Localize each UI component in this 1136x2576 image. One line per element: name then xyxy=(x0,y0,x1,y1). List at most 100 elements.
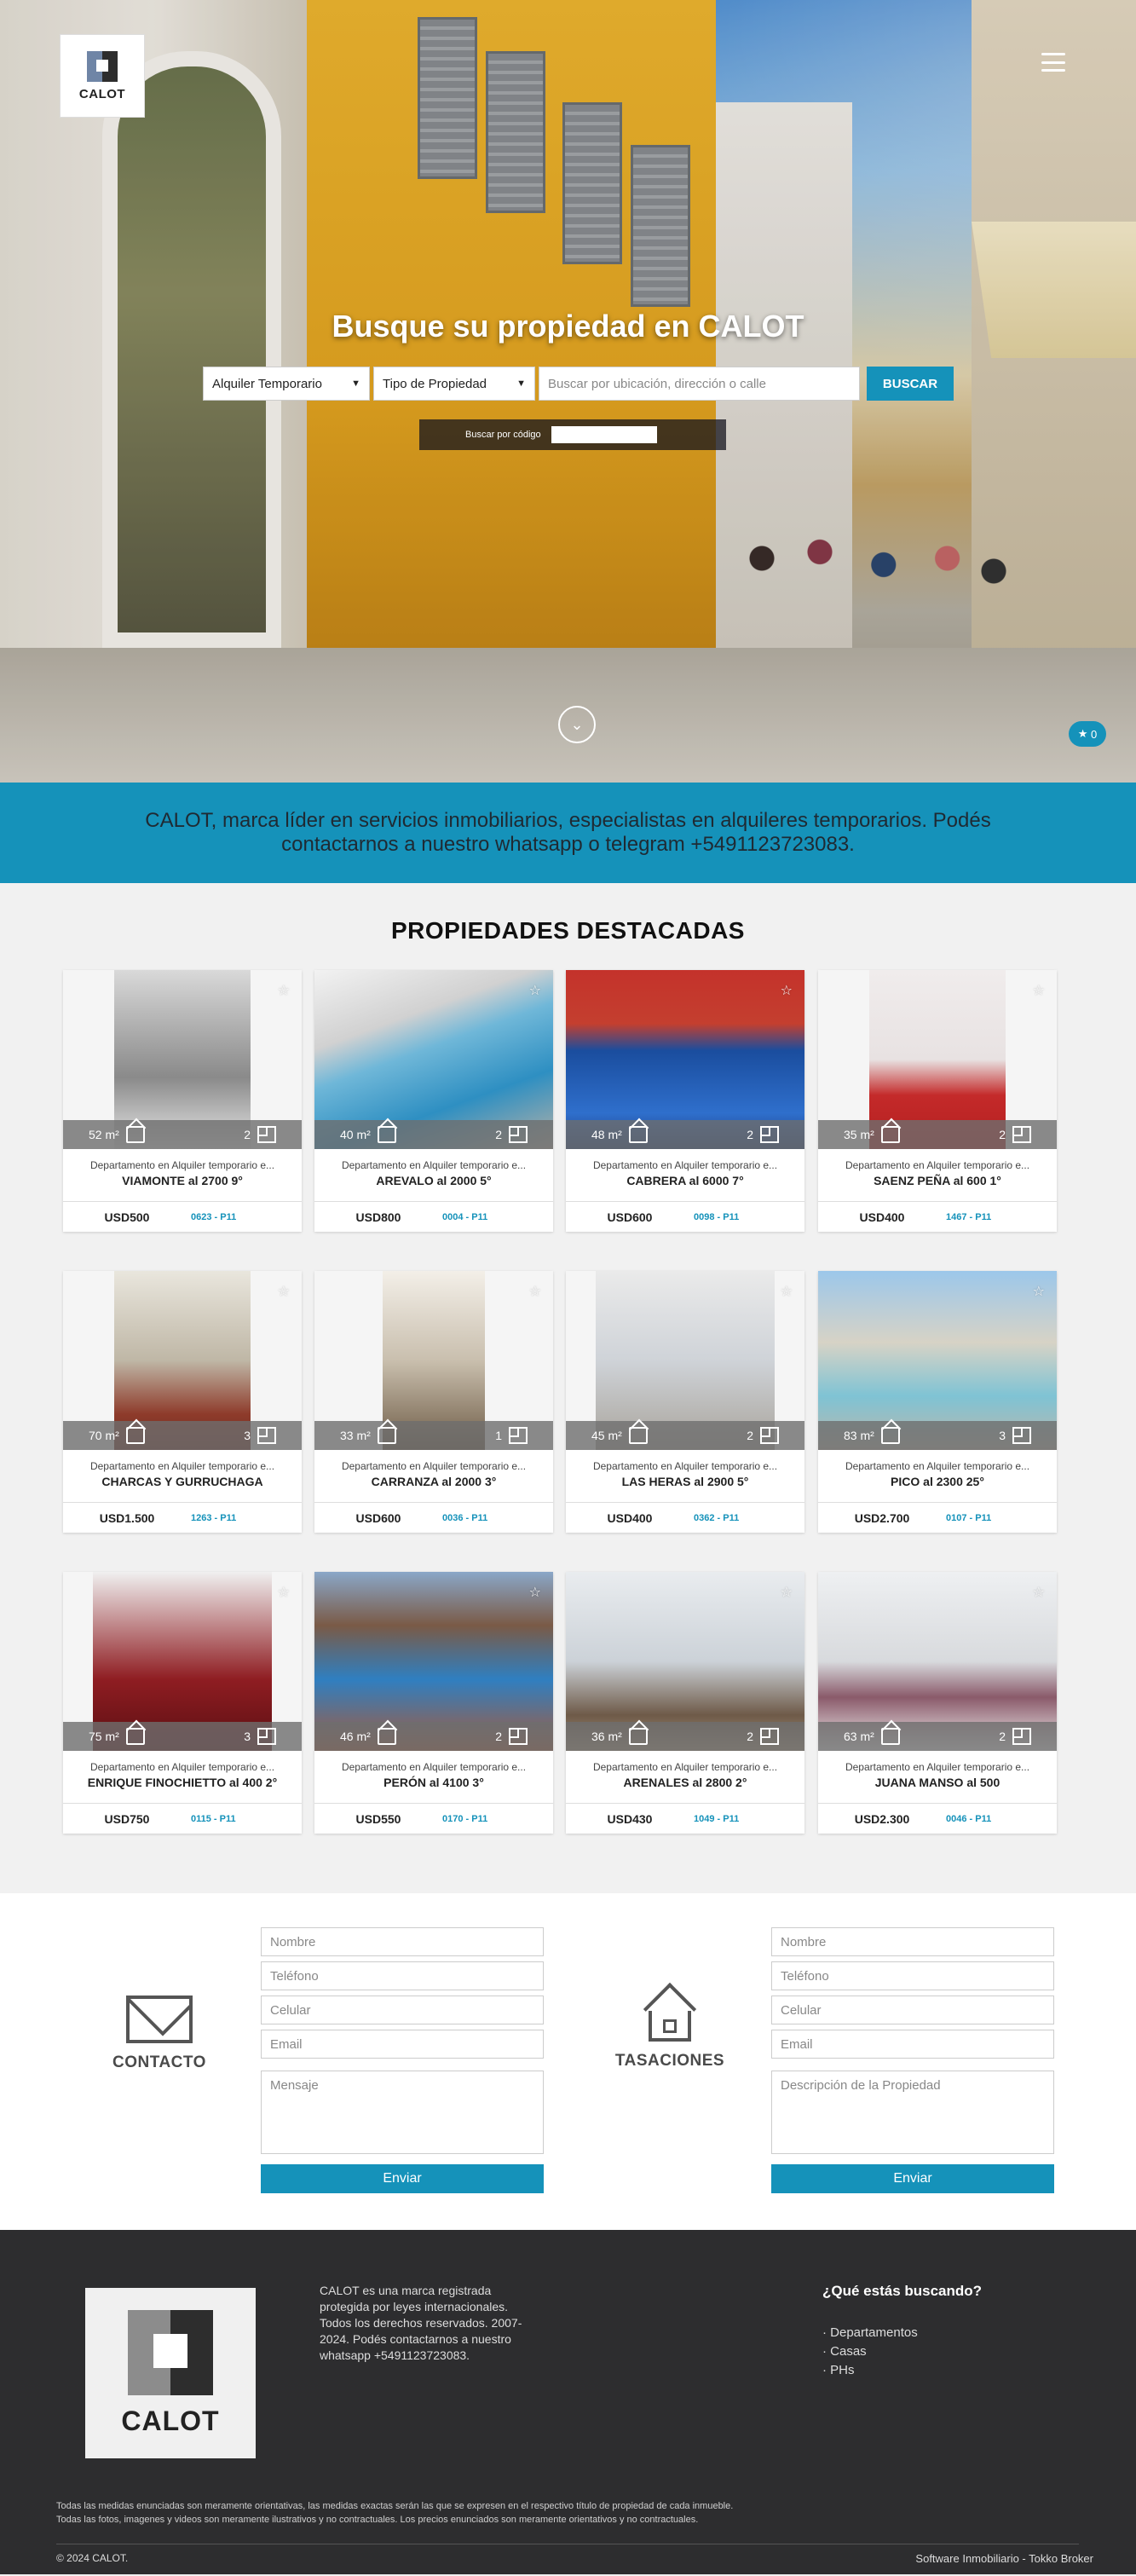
location-search-input[interactable]: Buscar por ubicación, dirección o calle xyxy=(539,367,860,401)
footer-logo[interactable]: CALOT xyxy=(85,2288,256,2458)
property-address[interactable]: CARRANZA al 2000 3° xyxy=(314,1475,553,1488)
property-photo[interactable]: ☆ 36 m² 2 xyxy=(566,1572,804,1751)
code-search-input[interactable] xyxy=(551,426,657,443)
appraisal-name-field[interactable]: Nombre xyxy=(771,1927,1054,1956)
property-footer: USD430 1049 - P11 xyxy=(566,1803,804,1834)
property-photo[interactable]: ☆ 40 m² 2 xyxy=(314,970,553,1149)
footer-link-phs[interactable]: · PHs xyxy=(822,2361,1044,2380)
appraisal-email-field[interactable]: Email xyxy=(771,2030,1054,2059)
property-card[interactable]: ☆ 75 m² 3 Departamento en Alquiler tempo… xyxy=(63,1572,302,1834)
property-photo[interactable]: ☆ 70 m² 3 xyxy=(63,1271,302,1450)
footer-software-link[interactable]: Software Inmobiliario - Tokko Broker xyxy=(915,2552,1093,2565)
star-icon: ★ xyxy=(1077,727,1088,740)
property-address[interactable]: ENRIQUE FINOCHIETTO al 400 2° xyxy=(63,1776,302,1789)
property-card[interactable]: ☆ 83 m² 3 Departamento en Alquiler tempo… xyxy=(818,1271,1057,1533)
appraisal-block: TASACIONES xyxy=(602,1982,738,2071)
property-address[interactable]: JUANA MANSO al 500 xyxy=(818,1776,1057,1789)
favorite-star-icon[interactable]: ☆ xyxy=(1033,1584,1045,1600)
property-photo[interactable]: ☆ 52 m² 2 xyxy=(63,970,302,1149)
property-card[interactable]: ☆ 70 m² 3 Departamento en Alquiler tempo… xyxy=(63,1271,302,1533)
scroll-down-icon[interactable]: ⌄ xyxy=(558,706,596,743)
property-footer: USD800 0004 - P11 xyxy=(314,1201,553,1232)
favorites-badge[interactable]: ★ 0 xyxy=(1069,721,1106,747)
favorite-star-icon[interactable]: ☆ xyxy=(529,982,541,998)
property-photo[interactable]: ☆ 46 m² 2 xyxy=(314,1572,553,1751)
contact-send-button[interactable]: Enviar xyxy=(261,2164,544,2193)
favorite-star-icon[interactable]: ☆ xyxy=(781,982,793,998)
rooms-icon xyxy=(257,1728,276,1745)
property-card[interactable]: ☆ 33 m² 1 Departamento en Alquiler tempo… xyxy=(314,1271,553,1533)
appraisal-phone-field[interactable]: Teléfono xyxy=(771,1961,1054,1990)
site-logo[interactable]: CALOT xyxy=(60,34,145,118)
property-code: 1049 - P11 xyxy=(694,1813,740,1824)
property-address[interactable]: AREVALO al 2000 5° xyxy=(314,1174,553,1187)
rooms-icon xyxy=(257,1427,276,1444)
property-rooms: 2 xyxy=(747,1128,753,1141)
contact-name-field[interactable]: Nombre xyxy=(261,1927,544,1956)
property-card[interactable]: ☆ 48 m² 2 Departamento en Alquiler tempo… xyxy=(566,970,804,1232)
appraisal-send-button[interactable]: Enviar xyxy=(771,2164,1054,2193)
appraisal-mobile-field[interactable]: Celular xyxy=(771,1996,1054,2024)
property-footer: USD600 0098 - P11 xyxy=(566,1201,804,1232)
property-code: 0107 - P11 xyxy=(946,1512,992,1523)
property-card[interactable]: ☆ 46 m² 2 Departamento en Alquiler tempo… xyxy=(314,1572,553,1834)
footer-link-departamentos[interactable]: · Departamentos xyxy=(822,2324,1044,2342)
favorite-star-icon[interactable]: ☆ xyxy=(529,1584,541,1600)
property-photo[interactable]: ☆ 75 m² 3 xyxy=(63,1572,302,1751)
property-address[interactable]: CHARCAS Y GURRUCHAGA xyxy=(63,1475,302,1488)
property-card[interactable]: ☆ 63 m² 2 Departamento en Alquiler tempo… xyxy=(818,1572,1057,1834)
property-photo[interactable]: ☆ 83 m² 3 xyxy=(818,1271,1057,1450)
property-address[interactable]: SAENZ PEÑA al 600 1° xyxy=(818,1174,1057,1187)
contact-block: CONTACTO xyxy=(91,1996,228,2072)
favorite-star-icon[interactable]: ☆ xyxy=(278,1584,290,1600)
property-area: 63 m² xyxy=(844,1730,874,1743)
property-area: 46 m² xyxy=(340,1730,371,1743)
footer-link-casas[interactable]: · Casas xyxy=(822,2342,1044,2361)
property-code: 0362 - P11 xyxy=(694,1512,740,1523)
appraisal-description-field[interactable]: Descripción de la Propiedad xyxy=(771,2071,1054,2154)
property-photo[interactable]: ☆ 35 m² 2 xyxy=(818,970,1057,1149)
hamburger-icon[interactable] xyxy=(1041,53,1065,72)
property-address[interactable]: PERÓN al 4100 3° xyxy=(314,1776,553,1789)
property-card[interactable]: ☆ 36 m² 2 Departamento en Alquiler tempo… xyxy=(566,1572,804,1834)
property-card[interactable]: ☆ 52 m² 2 Departamento en Alquiler tempo… xyxy=(63,970,302,1232)
property-type: Departamento en Alquiler temporario e... xyxy=(845,1159,1030,1171)
property-price: USD1.500 xyxy=(99,1510,155,1525)
property-price: USD400 xyxy=(859,1210,905,1224)
contact-message-field[interactable]: Mensaje xyxy=(261,2071,544,2154)
property-photo[interactable]: ☆ 45 m² 2 xyxy=(566,1271,804,1450)
property-type: Departamento en Alquiler temporario e... xyxy=(341,1761,527,1773)
property-card[interactable]: ☆ 35 m² 2 Departamento en Alquiler tempo… xyxy=(818,970,1057,1232)
property-address[interactable]: LAS HERAS al 2900 5° xyxy=(566,1475,804,1488)
property-address[interactable]: CABRERA al 6000 7° xyxy=(566,1174,804,1187)
property-address[interactable]: PICO al 2300 25° xyxy=(818,1475,1057,1488)
contact-section: CONTACTO Nombre Teléfono Celular Email M… xyxy=(0,1893,1136,2230)
property-address[interactable]: ARENALES al 2800 2° xyxy=(566,1776,804,1789)
favorite-star-icon[interactable]: ☆ xyxy=(529,1283,541,1299)
appraisal-title: TASACIONES xyxy=(614,2052,725,2070)
favorite-star-icon[interactable]: ☆ xyxy=(781,1584,793,1600)
favorite-star-icon[interactable]: ☆ xyxy=(1033,982,1045,998)
favorite-star-icon[interactable]: ☆ xyxy=(278,1283,290,1299)
contact-mobile-field[interactable]: Celular xyxy=(261,1996,544,2024)
search-button[interactable]: BUSCAR xyxy=(867,367,954,401)
property-photo[interactable]: ☆ 48 m² 2 xyxy=(566,970,804,1149)
property-address[interactable]: VIAMONTE al 2700 9° xyxy=(63,1174,302,1187)
property-type-select[interactable]: Tipo de Propiedad ▼ xyxy=(373,367,535,401)
area-icon xyxy=(377,1728,396,1745)
property-stats: 40 m² 2 xyxy=(314,1120,553,1149)
property-card[interactable]: ☆ 45 m² 2 Departamento en Alquiler tempo… xyxy=(566,1271,804,1533)
operation-select[interactable]: Alquiler Temporario ▼ xyxy=(203,367,370,401)
property-rooms: 1 xyxy=(495,1429,502,1442)
property-code: 1263 - P11 xyxy=(191,1512,237,1523)
contact-phone-field[interactable]: Teléfono xyxy=(261,1961,544,1990)
favorite-star-icon[interactable]: ☆ xyxy=(781,1283,793,1299)
property-photo[interactable]: ☆ 63 m² 2 xyxy=(818,1572,1057,1751)
favorite-star-icon[interactable]: ☆ xyxy=(1033,1283,1045,1299)
property-card[interactable]: ☆ 40 m² 2 Departamento en Alquiler tempo… xyxy=(314,970,553,1232)
contact-email-field[interactable]: Email xyxy=(261,2030,544,2059)
property-code: 1467 - P11 xyxy=(946,1211,992,1222)
property-photo[interactable]: ☆ 33 m² 1 xyxy=(314,1271,553,1450)
property-stats: 45 m² 2 xyxy=(566,1421,804,1450)
favorite-star-icon[interactable]: ☆ xyxy=(278,982,290,998)
